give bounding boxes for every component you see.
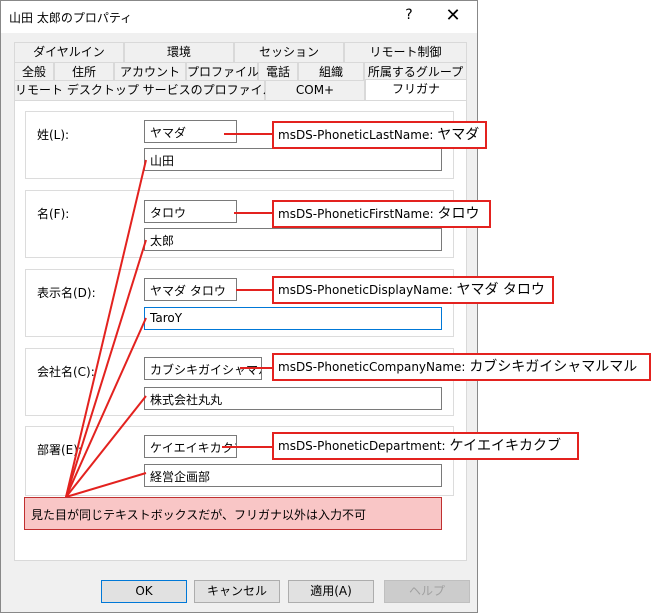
- window-title: 山田 太郎のプロパティ: [9, 11, 133, 25]
- label-company: 会社名(C):: [37, 365, 95, 379]
- tab-remote-control[interactable]: リモート制御: [344, 42, 467, 62]
- tab-rds-profile[interactable]: リモート デスクトップ サービスのプロファイル: [14, 80, 275, 100]
- callout-attr: msDS-PhoneticDepartment:: [278, 439, 446, 453]
- label-first-name: 名(F):: [37, 207, 70, 221]
- ok-button[interactable]: OK: [101, 580, 187, 603]
- tab-address[interactable]: 住所: [54, 62, 114, 82]
- apply-button[interactable]: 適用(A): [288, 580, 374, 603]
- tab-sessions[interactable]: セッション: [234, 42, 344, 62]
- title-bar: 山田 太郎のプロパティ ? ✕: [1, 1, 477, 33]
- callout-attr: msDS-PhoneticLastName:: [278, 128, 434, 142]
- callout-value: タロウ: [437, 206, 480, 222]
- annotation-note: 見た目が同じテキストボックスだが、フリガナ以外は入力不可: [24, 497, 442, 530]
- label-department: 部署(E):: [37, 443, 82, 457]
- department-input[interactable]: 経営企画部: [144, 464, 442, 487]
- last-name-input[interactable]: 山田: [144, 148, 442, 171]
- callout-first-name: msDS-PhoneticFirstName: タロウ: [272, 200, 491, 228]
- help-icon[interactable]: ?: [399, 7, 419, 27]
- callout-company: msDS-PhoneticCompanyName: カブシキガイシャマルマル: [272, 353, 651, 381]
- tab-com-plus[interactable]: COM+: [265, 80, 365, 100]
- callout-department: msDS-PhoneticDepartment: ケイエイキカクブ: [272, 432, 579, 460]
- tab-organization[interactable]: 組織: [298, 62, 364, 82]
- callout-last-name: msDS-PhoneticLastName: ヤマダ: [272, 121, 487, 149]
- tab-general[interactable]: 全般: [14, 62, 54, 82]
- callout-attr: msDS-PhoneticFirstName:: [278, 207, 434, 221]
- close-icon[interactable]: ✕: [441, 5, 465, 29]
- company-input[interactable]: 株式会社丸丸: [144, 387, 442, 410]
- first-name-input[interactable]: 太郎: [144, 228, 442, 251]
- callout-value: ヤマダ: [437, 127, 480, 143]
- help-button: ヘルプ: [384, 580, 470, 603]
- phonetic-display-name-input[interactable]: ヤマダ タロウ: [144, 278, 237, 301]
- phonetic-department-input[interactable]: ケイエイキカクブ: [144, 435, 237, 458]
- tab-profile[interactable]: プロファイル: [186, 62, 259, 82]
- callout-value: ヤマダ タロウ: [456, 282, 545, 298]
- label-last-name: 姓(L):: [37, 128, 70, 142]
- cancel-button[interactable]: キャンセル: [194, 580, 280, 603]
- callout-attr: msDS-PhoneticDisplayName:: [278, 283, 453, 297]
- callout-attr: msDS-PhoneticCompanyName:: [278, 360, 466, 374]
- callout-value: ケイエイキカクブ: [449, 438, 562, 454]
- tab-environment[interactable]: 環境: [124, 42, 234, 62]
- phonetic-first-name-input[interactable]: タロウ: [144, 200, 237, 223]
- callout-display-name: msDS-PhoneticDisplayName: ヤマダ タロウ: [272, 276, 554, 304]
- phonetic-company-input[interactable]: カブシキガイシャマルマル: [144, 357, 262, 380]
- tab-telephones[interactable]: 電話: [258, 62, 298, 82]
- tab-furigana[interactable]: フリガナ: [365, 79, 467, 101]
- label-display-name: 表示名(D):: [37, 286, 96, 300]
- tab-account[interactable]: アカウント: [114, 62, 186, 82]
- callout-value: カブシキガイシャマルマル: [469, 359, 638, 375]
- tab-dial-in[interactable]: ダイヤルイン: [14, 42, 124, 62]
- phonetic-last-name-input[interactable]: ヤマダ: [144, 120, 237, 143]
- display-name-input[interactable]: TaroY: [144, 307, 442, 330]
